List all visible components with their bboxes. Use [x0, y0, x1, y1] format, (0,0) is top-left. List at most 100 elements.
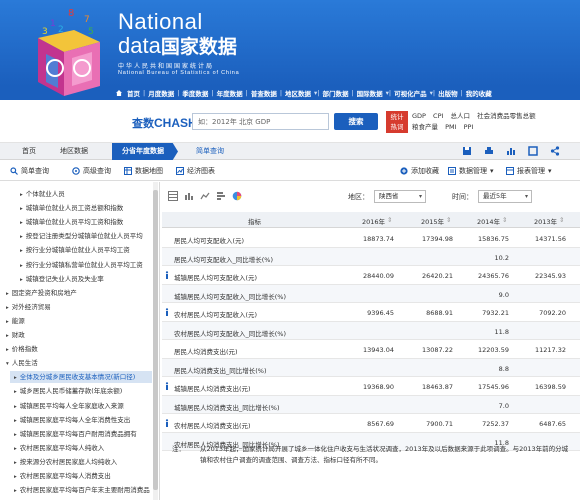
column-header-2014[interactable]: 2014年	[477, 216, 500, 226]
nav-item-regional[interactable]: 地区数据	[282, 88, 314, 98]
sidebar-scrollbar-thumb[interactable]	[153, 190, 158, 490]
nav-item-international[interactable]: 国际数据	[354, 88, 386, 98]
chevron-right-icon[interactable]: ▸	[20, 217, 23, 228]
tab-simple-query[interactable]: 简单查询	[186, 143, 234, 160]
tree-item[interactable]: ▸ 价格指数	[2, 343, 152, 355]
chevron-right-icon[interactable]: ▸	[6, 302, 9, 313]
tree-item[interactable]: ▸ 全体及分城乡居民收支基本情况(新口径)	[10, 371, 152, 384]
time-select[interactable]: 最近5年 ▾	[478, 190, 532, 203]
tree-item[interactable]: ▸ 农村居民家庭平均每人纯收入	[10, 442, 152, 454]
tree-item[interactable]: ▸ 按登记注册类型分城镇单位就业人员平均	[16, 230, 152, 242]
hot-link-population[interactable]: 总人口	[451, 112, 471, 120]
print-icon[interactable]	[484, 146, 494, 156]
hbar-view-icon[interactable]	[216, 191, 226, 201]
hot-link-cpi[interactable]: CPI	[433, 112, 443, 120]
tree-item[interactable]: ▸ 按行业分城镇私营单位就业人员平均工资	[16, 259, 152, 271]
chevron-right-icon[interactable]: ▸	[14, 401, 17, 412]
chevron-right-icon[interactable]: ▸	[20, 245, 23, 256]
column-header-2016[interactable]: 2016年	[362, 216, 385, 226]
save-icon[interactable]	[462, 146, 472, 156]
tree-item[interactable]: ▸ 城镇单位就业人员工资总额和指数	[16, 202, 152, 214]
nav-item-home[interactable]: 首页	[124, 88, 143, 98]
chevron-right-icon[interactable]: ▸	[6, 330, 9, 341]
nav-item-quarterly[interactable]: 季度数据	[179, 88, 211, 98]
share-icon[interactable]	[550, 146, 560, 156]
tree-item[interactable]: ▸ 城乡居民人民币储蓄存款(年底余额)	[10, 385, 152, 397]
chevron-down-icon[interactable]: ▾	[6, 358, 9, 369]
tree-item[interactable]: ▸ 固定资产投资和房地产	[2, 287, 152, 299]
hot-link-ppi[interactable]: PPI	[464, 123, 474, 131]
chevron-right-icon[interactable]: ▸	[6, 288, 9, 299]
line-view-icon[interactable]	[200, 191, 210, 201]
tree-item[interactable]: ▸ 城镇登记失业人员及失业率	[16, 273, 152, 285]
tree-item[interactable]: ▸ 农村居民家庭平均每百户年末主要耐用消费品	[10, 484, 152, 496]
report-manage-button[interactable]: 报表管理 ▾	[506, 166, 552, 176]
tree-item[interactable]: ▸ 按来源分农村居民家庭人均纯收入	[10, 456, 152, 468]
fullscreen-icon[interactable]	[528, 146, 538, 156]
chevron-right-icon[interactable]: ▸	[14, 471, 17, 482]
chevron-right-icon[interactable]: ▸	[14, 386, 17, 397]
economic-chart-button[interactable]: 经济图表	[176, 166, 215, 176]
tree-item[interactable]: ▸ 财政	[2, 329, 152, 341]
hot-link-gdp[interactable]: GDP	[412, 112, 426, 120]
chevron-right-icon[interactable]: ▸	[20, 203, 23, 214]
column-header-2013[interactable]: 2013年	[534, 216, 557, 226]
tree-item[interactable]: ▸ 农村居民家庭平均每人消费支出	[10, 470, 152, 482]
chevron-right-icon[interactable]: ▸	[20, 274, 23, 285]
hot-link-pmi[interactable]: PMI	[445, 123, 456, 131]
chevron-right-icon[interactable]: ▸	[14, 457, 17, 468]
tree-item[interactable]: ▸ 按行业分城镇单位就业人员平均工资	[16, 244, 152, 256]
nav-item-census[interactable]: 普查数据	[248, 88, 280, 98]
chevron-right-icon[interactable]: ▸	[14, 485, 17, 496]
chevron-right-icon[interactable]: ▸	[20, 231, 23, 242]
tab-provincial-annual[interactable]: 分省年度数据	[112, 143, 178, 160]
pie-view-icon[interactable]	[232, 191, 242, 201]
tree-item[interactable]: ▸ 能源	[2, 315, 152, 327]
bar-view-icon[interactable]	[184, 191, 194, 201]
tree-item[interactable]: ▸ 城镇居民家庭平均每百户耐用消费品拥有	[10, 428, 152, 440]
tree-item[interactable]: ▾ 人民生活	[2, 357, 152, 369]
chevron-down-icon: ▾	[490, 167, 494, 175]
tree-item[interactable]: ▸ 城镇居民平均每人全年家庭收入来源	[10, 400, 152, 412]
info-icon[interactable]	[164, 308, 170, 316]
chevron-right-icon[interactable]: ▸	[14, 415, 17, 426]
simple-query-button[interactable]: 简单查询	[10, 166, 49, 176]
nav-item-annual[interactable]: 年度数据	[214, 88, 246, 98]
tab-home[interactable]: 首页	[12, 143, 46, 160]
nav-item-monthly[interactable]: 月度数据	[145, 88, 177, 98]
tree-item[interactable]: ▸ 个体就业人员	[16, 188, 152, 200]
chevron-right-icon[interactable]: ▸	[14, 429, 17, 440]
hot-link-retail[interactable]: 社会消费品零售总额	[477, 112, 536, 120]
site-logo[interactable]: National data国家数据 中华人民共和国国家统计局 National …	[118, 10, 240, 77]
chevron-right-icon[interactable]: ▸	[20, 189, 23, 200]
tree-item[interactable]: ▸ 城镇居民家庭平均每人全年消费性支出	[10, 414, 152, 426]
nav-item-departmental[interactable]: 部门数据	[319, 88, 351, 98]
info-icon[interactable]	[164, 271, 170, 279]
hot-link-grain[interactable]: 粮食产量	[412, 123, 438, 131]
info-icon[interactable]	[164, 382, 170, 390]
region-select[interactable]: 陕西省 ▾	[374, 190, 426, 203]
search-button[interactable]: 搜索	[334, 113, 378, 130]
chevron-right-icon[interactable]: ▸	[6, 344, 9, 355]
bar-chart-icon[interactable]	[506, 146, 516, 156]
home-icon[interactable]	[116, 90, 122, 96]
column-header-indicator[interactable]: 指标	[248, 216, 261, 226]
tree-item[interactable]: ▸ 城镇单位就业人员平均工资和指数	[16, 216, 152, 228]
column-header-2015[interactable]: 2015年	[421, 216, 444, 226]
table-view-icon[interactable]	[168, 191, 178, 201]
nav-item-publications[interactable]: 出版物	[435, 88, 461, 98]
search-input[interactable]: 如：2012年 北京 GDP	[192, 113, 329, 130]
chevron-right-icon[interactable]: ▸	[14, 372, 17, 383]
chevron-right-icon[interactable]: ▸	[14, 443, 17, 454]
data-map-button[interactable]: 数据地图	[124, 166, 163, 176]
data-manage-button[interactable]: 数据管理 ▾	[448, 166, 494, 176]
add-favorite-button[interactable]: 添加收藏	[400, 166, 439, 176]
chevron-right-icon[interactable]: ▸	[20, 260, 23, 271]
nav-item-favorites[interactable]: 我的收藏	[463, 88, 495, 98]
tree-item[interactable]: ▸ 对外经济贸易	[2, 301, 152, 313]
chevron-right-icon[interactable]: ▸	[6, 316, 9, 327]
info-icon[interactable]	[164, 419, 170, 427]
tab-regional-data[interactable]: 地区数据	[50, 143, 98, 160]
nav-item-visualization[interactable]: 可视化产品	[391, 88, 430, 98]
advanced-query-button[interactable]: 高级查询	[72, 166, 111, 176]
